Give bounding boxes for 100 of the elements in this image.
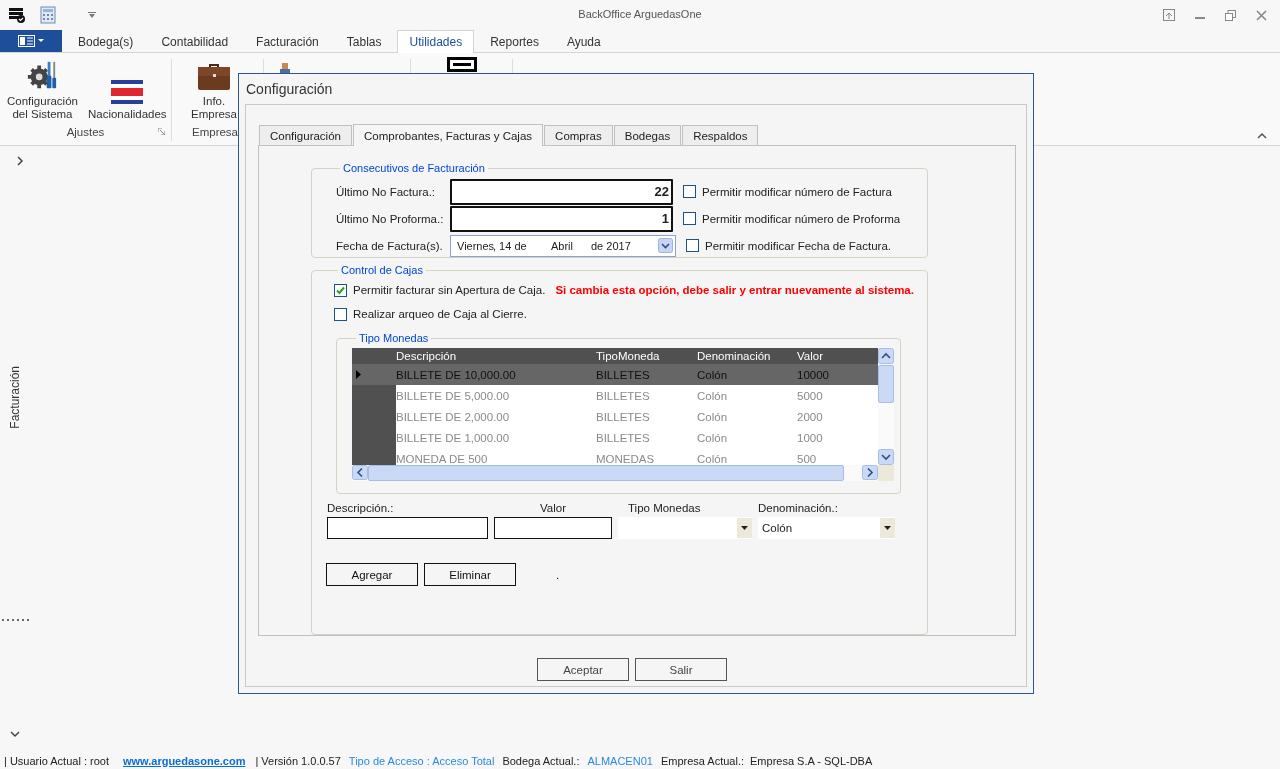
table-cell-text: 10000 (797, 368, 830, 381)
table-cell-text: BILLETES (596, 389, 651, 402)
checkbox[interactable] (686, 239, 699, 252)
field-label: Fecha de Factura(s). (336, 239, 444, 252)
calculator-icon[interactable] (40, 6, 56, 24)
pin-icon[interactable] (1163, 9, 1175, 21)
table-cell-text: BILLETES (596, 368, 651, 381)
group-title: Consecutivos de Facturación (342, 162, 486, 174)
grip-icon[interactable] (1, 618, 29, 622)
scroll-right-icon[interactable] (862, 465, 878, 480)
column-header[interactable]: TipoMoneda (596, 350, 697, 362)
dialog-tab[interactable]: Configuración (259, 125, 352, 145)
ribbon-tab[interactable]: Bodega(s) (66, 30, 146, 52)
chevron-down-icon[interactable] (658, 237, 673, 253)
scroll-up-icon[interactable] (878, 348, 894, 364)
checkbox[interactable] (334, 283, 347, 297)
caret-icon[interactable] (884, 526, 891, 530)
vertical-scrollbar[interactable] (878, 348, 894, 465)
dialog-title: Configuración (245, 80, 334, 99)
warning-text: Si cambia esta opción, debe salir y entrar nuevamente al sistema. (555, 284, 914, 296)
table-cell-text: 1000 (797, 431, 824, 444)
chevron-down-icon[interactable] (10, 731, 20, 738)
scroll-thumb[interactable] (878, 365, 894, 403)
scrollbar-corner (878, 465, 894, 481)
ribbon-tab[interactable]: Utilidades (397, 30, 475, 53)
dialog-tab[interactable]: Bodegas (613, 125, 682, 145)
ribbon-tab[interactable]: Tablas (334, 30, 394, 52)
group-title: Tipo Monedas (358, 332, 430, 344)
scroll-down-icon[interactable] (878, 449, 894, 465)
scroll-left-icon[interactable] (352, 465, 368, 480)
checkbox-label: Permitir modificar número de Proforma (702, 212, 901, 225)
column-header[interactable]: Descripción (396, 350, 596, 362)
ribbon-tab[interactable]: Reportes (478, 30, 551, 52)
column-header[interactable]: Valor (797, 350, 878, 362)
dialog-button[interactable]: Aceptar (537, 658, 629, 681)
panel-label[interactable]: Facturación (8, 366, 22, 429)
group-title: Control de Cajas (340, 264, 424, 276)
status-text: Empresa Actual.: (660, 754, 745, 767)
expand-icon[interactable] (16, 156, 24, 166)
restore-icon[interactable] (1225, 9, 1236, 21)
checkbox[interactable] (683, 185, 696, 198)
status-text: Empresa S.A - SQL-DBA (750, 754, 873, 767)
status-text: ALMACEN01 (587, 754, 653, 767)
note-text: . (556, 568, 560, 581)
table-cell-text: Colón (697, 410, 729, 423)
action-button[interactable]: Eliminar (424, 563, 516, 586)
number-field[interactable]: 22 (450, 178, 673, 205)
dialog-tab[interactable]: Comprobantes, Facturas y Cajas (352, 124, 544, 146)
input-field[interactable] (327, 517, 488, 539)
website-link[interactable]: www.arguedasone.com (122, 754, 246, 767)
dropdown-field[interactable]: Colón (758, 517, 895, 539)
field-label: Tipo Monedas (627, 502, 702, 515)
window-title: BackOffice ArguedasOne (577, 8, 703, 20)
flag-icon (111, 80, 144, 104)
server-icon[interactable] (8, 6, 26, 24)
checkbox[interactable] (334, 307, 347, 321)
table-cell-text: MONEDAS (596, 452, 656, 465)
table-cell-text: BILLETE DE 5,000.00 (396, 389, 511, 402)
field-label: Último No Factura.: (336, 185, 437, 198)
dialog-tab[interactable]: Respaldos (682, 125, 759, 145)
status-text: Tipo de Acceso : Acceso Total (348, 754, 495, 767)
table-cell-text: BILLETES (596, 431, 651, 444)
launcher-icon[interactable] (158, 128, 165, 135)
table-cell-text: Colón (697, 452, 729, 465)
status-text: Bodega Actual.: (502, 754, 580, 767)
dialog-button[interactable]: Salir (635, 658, 727, 681)
table-cell-text: Colón (697, 389, 729, 402)
ribbon-tab[interactable]: Facturación (244, 30, 331, 52)
table-cell-text: Colón (697, 368, 729, 381)
checkbox-label: Permitir modificar Fecha de Factura. (705, 239, 891, 252)
ribbon-tab[interactable]: Ayuda (554, 30, 613, 52)
status-text: | Versión 1.0.0.57 (255, 754, 341, 767)
terminal-icon[interactable] (446, 57, 477, 72)
input-field[interactable] (494, 517, 612, 539)
ribbon-button[interactable]: Nacionalidades (84, 59, 170, 121)
dialog-tab[interactable]: Compras (544, 125, 613, 145)
field-label: Descripción.: (327, 502, 395, 515)
table-cell-text: MONEDA DE 500 (396, 452, 489, 465)
number-field[interactable]: 1 (450, 205, 673, 232)
table-cell-text: BILLETE DE 1,000.00 (396, 431, 511, 444)
app-menu-button[interactable] (0, 30, 62, 52)
action-button[interactable]: Agregar (326, 563, 418, 586)
ribbon-tab[interactable]: Contabilidad (149, 30, 241, 52)
table-cell-text: Colón (697, 431, 729, 444)
table-cell-text: BILLETES (596, 410, 651, 423)
date-picker[interactable]: Viernes, 14 de Abril de 2017 (450, 234, 676, 257)
ribbon-button[interactable]: Configuración del Sistema (4, 59, 81, 121)
collapse-icon[interactable] (1257, 133, 1267, 139)
checkbox[interactable] (683, 212, 696, 225)
status-text: | Usuario Actual : root (4, 754, 109, 767)
column-header[interactable]: Denominación (697, 350, 797, 362)
field-label: Denominación.: (758, 502, 839, 515)
table-cell-text: BILLETE DE 2,000.00 (396, 410, 511, 423)
caret-icon[interactable] (741, 526, 748, 530)
dropdown-field[interactable] (618, 517, 752, 539)
close-icon[interactable] (1256, 9, 1267, 21)
dropdown-icon[interactable] (88, 12, 96, 18)
field-label: Último No Proforma.: (336, 212, 445, 225)
checkbox-label: Realizar arqueo de Caja al Cierre. (353, 308, 527, 320)
row-pointer-icon (356, 370, 361, 379)
